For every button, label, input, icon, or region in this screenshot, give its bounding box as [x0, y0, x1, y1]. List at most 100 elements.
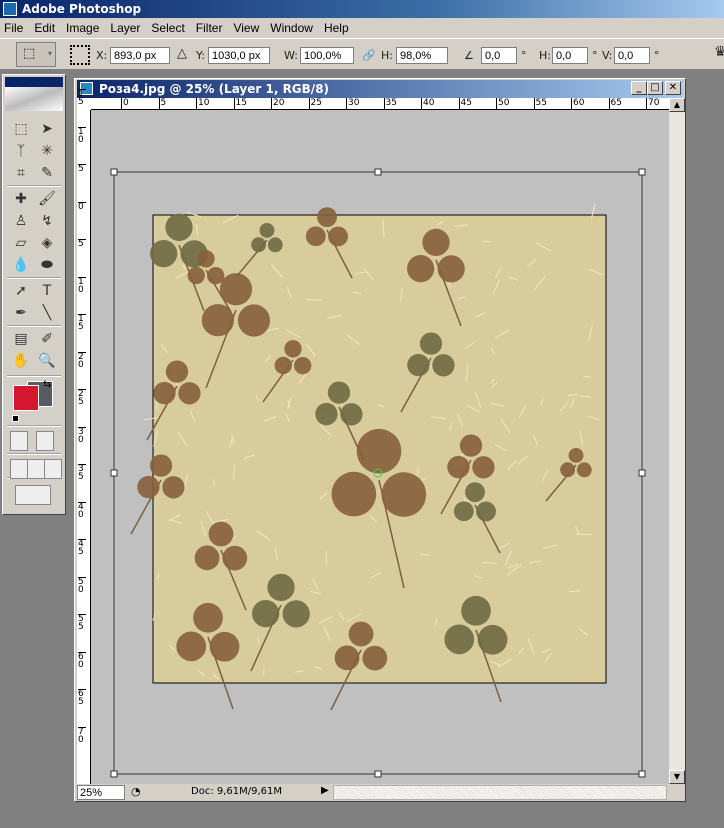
menu-bar: File Edit Image Layer Select Filter View Window… [0, 18, 724, 38]
status-menu-icon[interactable]: ◔ [131, 785, 141, 798]
blur-icon[interactable]: 💧 [10, 255, 32, 275]
status-bar: ◔ Doc: 9,61M/9,61M ▶ [77, 784, 683, 801]
transform-handle [639, 169, 645, 175]
screen-mode-full-menu-icon[interactable] [27, 459, 45, 479]
clover-leaf [166, 360, 188, 382]
menu-file[interactable]: File [4, 21, 23, 35]
vertical-scrollbar[interactable]: ▲ ▼ [669, 98, 685, 784]
horizontal-scrollbar[interactable] [333, 785, 667, 800]
lasso-icon[interactable]: ᛉ [10, 141, 32, 161]
maximize-button[interactable]: □ [647, 81, 663, 95]
slice-icon[interactable]: ✎ [36, 163, 58, 183]
stamp-icon[interactable]: ♙ [10, 211, 32, 231]
paint-bucket-icon[interactable]: ◈ [36, 233, 58, 253]
line-icon[interactable]: ╲ [36, 303, 58, 323]
hand-icon[interactable]: ✋ [10, 351, 32, 371]
history-brush-icon[interactable]: ↯ [36, 211, 58, 231]
clover-leaf [476, 502, 496, 522]
foreground-color-swatch[interactable] [13, 385, 39, 411]
menu-select[interactable]: Select [151, 21, 184, 35]
vertical-ruler[interactable]: 15 10 5 0 5 10 15 20 25 30 35 40 45 50 55 60 65 70 [77, 110, 91, 784]
dodge-icon[interactable]: ⬬ [36, 255, 58, 275]
doc-info: Doc: 9,61M/9,61M [191, 786, 282, 797]
ruler-tick-label: 60 [571, 98, 584, 109]
delta-icon[interactable]: △ [177, 46, 187, 61]
marquee-icon[interactable]: ⬚ [10, 119, 32, 139]
scroll-up-button[interactable]: ▲ [669, 98, 685, 112]
clover-leaf [210, 632, 240, 662]
menu-window[interactable]: Window [270, 21, 313, 35]
canvas[interactable] [91, 110, 669, 784]
ruler-tick-label: 45 [459, 98, 472, 109]
paper-fiber [569, 591, 580, 592]
eraser-icon[interactable]: ▱ [10, 233, 32, 253]
path-select-icon[interactable]: ➚ [10, 281, 32, 301]
crop-icon[interactable]: ⌗ [10, 163, 32, 183]
move-marquee-icon: ⬚ [23, 46, 35, 61]
app-title-bar: Adobe Photoshop [0, 0, 724, 18]
skew-h-field[interactable] [552, 47, 588, 64]
ruler-tick-label: 45 [78, 539, 86, 556]
zoom-field[interactable] [77, 785, 125, 800]
clover-leaf [460, 434, 482, 456]
clover-leaf [465, 482, 485, 502]
type-icon[interactable]: T [36, 281, 58, 301]
move-icon[interactable]: ➤ [36, 119, 58, 139]
jump-to-imageready-icon[interactable] [15, 485, 51, 505]
clover-leaf [251, 237, 266, 252]
menu-filter[interactable]: Filter [196, 21, 223, 35]
menu-image[interactable]: Image [66, 21, 99, 35]
ruler-tick-label: 5 [78, 164, 86, 173]
swap-colors-icon[interactable]: ⇆ [43, 379, 51, 390]
clover-leaf [454, 501, 474, 521]
screen-mode-full-icon[interactable] [44, 459, 62, 479]
zoom-icon[interactable]: 🔍 [36, 351, 58, 371]
ruler-tick-label: 20 [78, 352, 86, 369]
quickmask-mode-icon[interactable] [36, 431, 54, 451]
link-icon[interactable]: 🔗 [362, 49, 376, 62]
clover-leaf [362, 646, 387, 671]
rotate-field[interactable] [481, 47, 517, 64]
reference-point-icon[interactable] [70, 45, 90, 65]
status-arrow-button[interactable]: ▶ [321, 785, 329, 796]
magic-wand-icon[interactable]: ✳ [36, 141, 58, 161]
transform-handle [111, 470, 117, 476]
standard-mode-icon[interactable] [10, 431, 28, 451]
close-button[interactable]: ✕ [665, 81, 681, 95]
ruler-tick-label: 55 [534, 98, 547, 109]
notes-icon[interactable]: ▤ [10, 329, 32, 349]
clover-leaf [332, 472, 377, 517]
clover-leaf [197, 250, 214, 267]
menu-layer[interactable]: Layer [110, 21, 140, 35]
horizontal-ruler[interactable]: 0 5 10 15 20 25 30 35 40 45 50 55 60 65 70 [91, 98, 669, 110]
clover-leaf [275, 357, 292, 374]
healing-brush-icon[interactable]: ✚ [10, 189, 32, 209]
default-colors-icon[interactable] [12, 415, 19, 422]
screen-mode-standard-icon[interactable] [10, 459, 28, 479]
clover-leaf [407, 255, 434, 282]
y-field[interactable] [208, 47, 270, 64]
menu-edit[interactable]: Edit [34, 21, 55, 35]
menu-help[interactable]: Help [324, 21, 349, 35]
tool-preset-picker[interactable]: ⬚ ▾ [16, 42, 56, 67]
minimize-button[interactable]: _ [631, 81, 647, 95]
clover-leaf [382, 472, 427, 517]
feather-logo[interactable] [5, 87, 63, 111]
document-title-bar[interactable]: Роза4.jpg @ 25% (Layer 1, RGB/8) [77, 80, 683, 98]
menu-view[interactable]: View [233, 21, 259, 35]
canvas-area[interactable] [91, 110, 669, 784]
warp-icon[interactable]: ♛ [714, 44, 724, 60]
document-title: Роза4.jpg @ 25% (Layer 1, RGB/8) [99, 82, 329, 96]
skew-v-field[interactable] [614, 47, 650, 64]
brush-icon[interactable]: 🖌 [36, 189, 58, 209]
clover-leaf [178, 382, 200, 404]
eyedropper-icon[interactable]: ✐ [36, 329, 58, 349]
scroll-down-button[interactable]: ▼ [669, 770, 685, 784]
photoshop-icon [3, 2, 17, 16]
pen-icon[interactable]: ✒ [10, 303, 32, 323]
width-field[interactable] [300, 47, 354, 64]
toolbox-divider [7, 453, 61, 455]
x-field[interactable] [110, 47, 170, 64]
clover-leaf [472, 456, 494, 478]
height-field[interactable] [396, 47, 448, 64]
